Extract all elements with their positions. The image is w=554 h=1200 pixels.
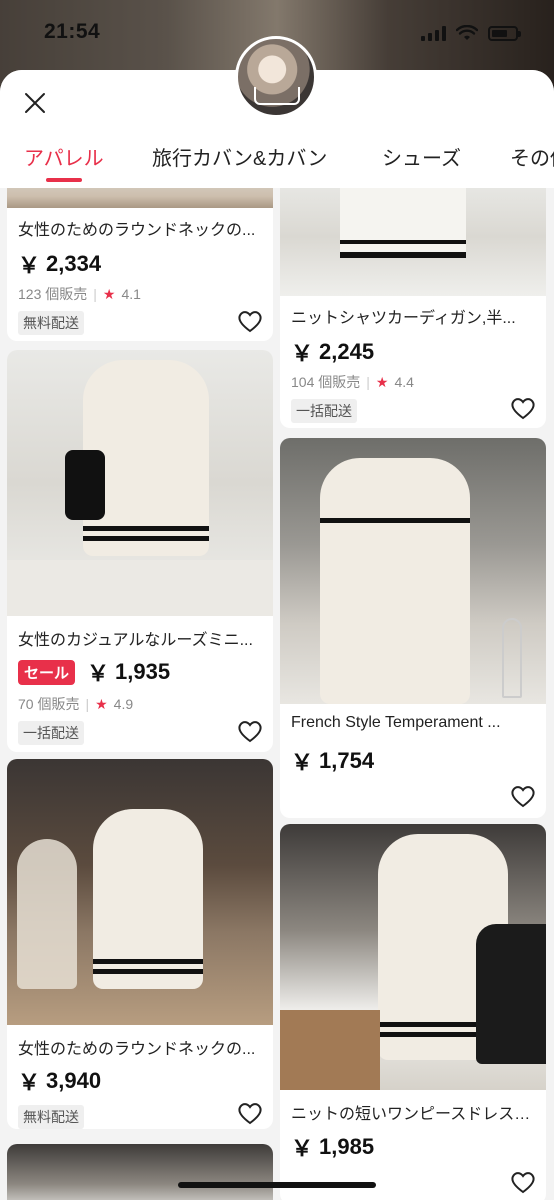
product-price: ￥ 2,334 — [18, 248, 101, 280]
shipping-tag: 無料配送 — [18, 1105, 84, 1129]
sold-count: 70 個販売 — [18, 696, 80, 712]
price-value: 2,245 — [319, 339, 375, 364]
status-icons — [421, 25, 521, 41]
product-card[interactable]: 女性のためのラウンドネックの... ￥ 3,940 無料配送 — [7, 759, 273, 1129]
product-title: 女性のためのラウンドネックの... — [18, 1041, 256, 1058]
status-time: 21:54 — [44, 20, 101, 43]
tab-apparel[interactable]: アパレル — [24, 142, 104, 171]
currency-symbol: ￥ — [18, 1070, 41, 1095]
currency-symbol: ￥ — [291, 750, 314, 775]
product-meta: 104 個販売 | ★ 4.4 — [291, 372, 414, 392]
product-price: ￥ 3,940 — [18, 1065, 101, 1097]
active-tab-indicator — [46, 178, 82, 182]
star-icon: ★ — [95, 695, 108, 712]
sold-count: 104 個販売 — [291, 374, 361, 390]
product-image[interactable] — [7, 350, 273, 616]
battery-icon — [488, 25, 521, 41]
heart-icon[interactable] — [237, 1101, 263, 1125]
product-image[interactable] — [280, 188, 546, 296]
price-value: 1,754 — [319, 748, 375, 773]
product-image[interactable] — [7, 188, 273, 208]
currency-symbol: ￥ — [291, 341, 314, 366]
store-avatar[interactable] — [235, 36, 317, 118]
heart-icon[interactable] — [510, 1170, 536, 1194]
price-value: 1,935 — [115, 659, 171, 684]
sale-badge: セール — [18, 659, 76, 685]
tab-other[interactable]: その他 — [510, 142, 554, 171]
star-icon: ★ — [102, 285, 116, 302]
product-title: French Style Temperament ... — [291, 714, 501, 731]
product-title: ニットシャツカーディガン,半... — [291, 310, 516, 327]
heart-icon[interactable] — [237, 309, 263, 333]
meta-divider: | — [93, 286, 97, 302]
heart-icon[interactable] — [510, 784, 536, 808]
signal-icon — [421, 25, 446, 41]
category-tabs: アパレル 旅行カバン&カバン シューズ その他 — [0, 140, 554, 188]
rating-value: 4.1 — [121, 286, 141, 302]
product-title: 女性のカジュアルなルーズミニ... — [18, 632, 253, 649]
heart-icon[interactable] — [510, 396, 536, 420]
star-icon: ★ — [375, 373, 389, 390]
product-image[interactable] — [280, 824, 546, 1090]
product-price: ￥ 1,985 — [291, 1131, 374, 1163]
product-card[interactable]: French Style Temperament ... ￥ 1,754 — [280, 438, 546, 818]
product-image[interactable] — [7, 759, 273, 1025]
price-value: 2,334 — [46, 251, 102, 276]
rating-value: 4.4 — [394, 374, 414, 390]
close-button[interactable] — [20, 88, 50, 118]
price-value: 3,940 — [46, 1068, 102, 1093]
product-price: セール ￥ 1,935 — [18, 656, 170, 688]
price-value: 1,985 — [319, 1134, 375, 1159]
product-price: ￥ 2,245 — [291, 336, 374, 368]
heart-icon[interactable] — [237, 719, 263, 743]
product-meta: 123 個販売 | ★ 4.1 — [18, 284, 141, 304]
tab-luggage-bags[interactable]: 旅行カバン&カバン — [152, 142, 327, 171]
product-price: ￥ 1,754 — [291, 745, 374, 777]
product-sheet: 女性のためのラウンドネックの... ￥ 2,334 123 個販売 | ★ 4.… — [0, 70, 554, 1200]
product-image[interactable] — [7, 1144, 273, 1200]
product-card[interactable] — [7, 1144, 273, 1200]
avatar-frame — [254, 87, 300, 105]
product-card[interactable]: ニットシャツカーディガン,半... ￥ 2,245 104 個販売 | ★ 4.… — [280, 188, 546, 428]
product-meta: 70 個販売 | ★ 4.9 — [18, 694, 133, 714]
close-icon — [25, 93, 45, 113]
currency-symbol: ￥ — [291, 1136, 314, 1161]
product-grid: 女性のためのラウンドネックの... ￥ 2,334 123 個販売 | ★ 4.… — [0, 188, 554, 1200]
product-image[interactable] — [280, 438, 546, 704]
meta-divider: | — [366, 374, 370, 390]
shipping-tag: 無料配送 — [18, 311, 84, 335]
shipping-tag: 一括配送 — [18, 721, 84, 745]
shipping-tag: 一括配送 — [291, 399, 357, 423]
tab-shoes[interactable]: シューズ — [382, 142, 461, 171]
home-indicator — [178, 1182, 376, 1188]
currency-symbol: ￥ — [18, 253, 41, 278]
meta-divider: | — [85, 696, 90, 712]
wifi-icon — [456, 25, 478, 40]
product-card[interactable]: ニットの短いワンピースドレス,... ￥ 1,985 — [280, 824, 546, 1200]
currency-symbol: ￥ — [87, 661, 110, 686]
product-card[interactable]: 女性のためのラウンドネックの... ￥ 2,334 123 個販売 | ★ 4.… — [7, 188, 273, 341]
sold-count: 123 個販売 — [18, 286, 88, 302]
product-card[interactable]: 女性のカジュアルなルーズミニ... セール ￥ 1,935 70 個販売 | ★… — [7, 350, 273, 752]
product-title: 女性のためのラウンドネックの... — [18, 222, 256, 239]
product-title: ニットの短いワンピースドレス,... — [291, 1106, 531, 1123]
rating-value: 4.9 — [113, 696, 134, 712]
